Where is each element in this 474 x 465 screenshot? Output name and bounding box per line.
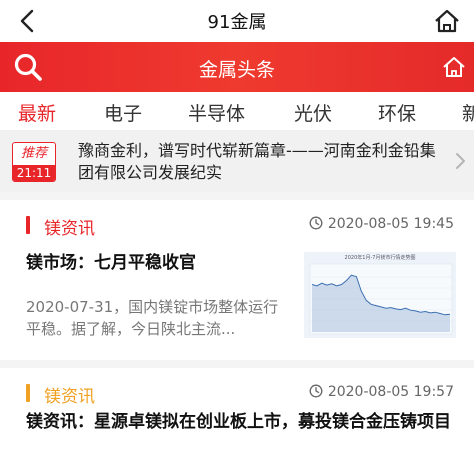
- category-label: 镁资讯: [44, 219, 95, 239]
- article-time-text: 2020-08-05 19:45: [327, 216, 454, 232]
- clock-icon: [309, 216, 323, 230]
- article-time: 2020-08-05 19:45: [309, 216, 454, 232]
- tab-photovoltaic[interactable]: 光伏: [294, 99, 332, 126]
- recommend-badge: 推荐 21:11: [12, 142, 56, 182]
- recommended-headline[interactable]: 推荐 21:11 豫商金利，谱写时代崭新篇章-——河南金利金铅集团有限公司发展纪…: [0, 130, 474, 192]
- chevron-right-icon[interactable]: [454, 152, 466, 170]
- clock-icon: [309, 384, 323, 398]
- headline-text[interactable]: 豫商金利，谱写时代崭新篇章-——河南金利金铅集团有限公司发展纪实: [78, 140, 450, 184]
- category-marker: [26, 384, 30, 402]
- app-top-bar: 91金属: [0, 0, 474, 42]
- home-icon[interactable]: [442, 56, 466, 78]
- section-title: 金属头条: [198, 59, 275, 81]
- thumbnail-caption: 2020年1月-7月镁市行情走势图: [345, 254, 416, 261]
- category-marker: [26, 216, 30, 234]
- divider: [0, 192, 474, 200]
- article-time: 2020-08-05 19:57: [309, 384, 454, 400]
- tab-environmental[interactable]: 环保: [378, 99, 416, 126]
- article-thumbnail[interactable]: 2020年1月-7月镁市行情走势图: [304, 252, 456, 338]
- app-title: 91金属: [207, 12, 267, 33]
- category-tabs: 最新 电子 半导体 光伏 环保 新: [0, 92, 474, 130]
- article-time-text: 2020-08-05 19:57: [327, 384, 454, 400]
- tab-new[interactable]: 新: [462, 99, 474, 126]
- article-card[interactable]: 镁资讯 2020-08-05 19:57 镁资讯：星源卓镁拟在创业板上市，募投镁…: [0, 368, 474, 465]
- article-summary: 2020-07-31，国内镁锭市场整体运行平稳。据了解，今日陕北主流...: [26, 298, 279, 338]
- section-header-bar: 金属头条: [0, 42, 474, 92]
- recommend-badge-label: 推荐: [20, 146, 47, 161]
- recommend-badge-time: 21:11: [13, 165, 55, 181]
- category-label: 镁资讯: [44, 387, 95, 407]
- divider: [0, 360, 474, 368]
- article-card[interactable]: 镁资讯 2020-08-05 19:45 镁市场：七月平稳收官 2020-07-…: [0, 200, 474, 360]
- tab-electronics[interactable]: 电子: [104, 99, 142, 126]
- article-title[interactable]: 镁市场：七月平稳收官: [26, 248, 196, 273]
- tab-latest[interactable]: 最新: [18, 99, 56, 126]
- tab-semiconductor[interactable]: 半导体: [188, 99, 245, 126]
- home-icon[interactable]: [432, 6, 462, 36]
- article-title[interactable]: 镁资讯：星源卓镁拟在创业板上市，募投镁合金压铸项目: [26, 410, 456, 434]
